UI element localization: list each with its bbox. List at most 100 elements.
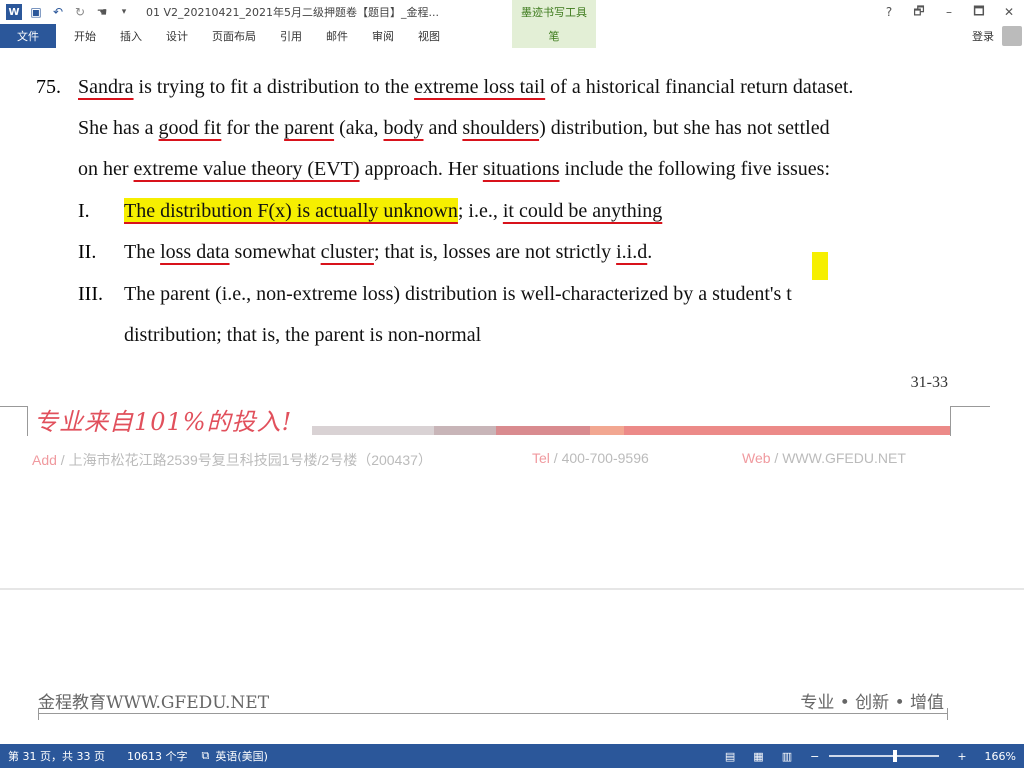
item-text: The xyxy=(124,241,161,263)
window-controls: ? 🗗 – 🗖 ✕ xyxy=(874,0,1024,24)
word-icon: W xyxy=(6,4,22,20)
tab-pen[interactable]: 笔 xyxy=(512,24,596,48)
annotated-text: loss data xyxy=(160,241,230,263)
address-value: / 上海市松花江路2539号复旦科技园1号楼/2号楼（200437） xyxy=(56,452,432,468)
question-line-1: Sandra is trying to fit a distribution t… xyxy=(78,76,853,99)
footer-web: Web / WWW.GFEDU.NET xyxy=(742,450,906,466)
zoom-in-button[interactable]: + xyxy=(957,750,966,763)
question-text: approach. Her xyxy=(359,158,483,180)
read-mode-icon[interactable]: ▤ xyxy=(725,750,735,763)
tab-layout[interactable]: 页面布局 xyxy=(200,24,268,48)
page-reference: 31-33 xyxy=(910,374,948,391)
item-3-line-1: The parent (i.e., non-extreme loss) dist… xyxy=(124,283,792,305)
title-bar: W ▣ ↶ ↻ ☚ ▾ 01 V2_20210421_2021年5月二级押题卷【… xyxy=(0,0,1024,24)
highlighter-cursor xyxy=(812,252,828,280)
close-button[interactable]: ✕ xyxy=(994,5,1024,19)
zoom-slider[interactable] xyxy=(829,750,940,762)
redo-icon[interactable]: ↻ xyxy=(72,4,88,20)
question-text: on her xyxy=(78,158,134,180)
ink-tools-context: 墨迹书写工具 xyxy=(512,0,596,24)
ribbon-tabs: 文件 开始 插入 设计 页面布局 引用 邮件 审阅 视图 笔 登录 xyxy=(0,24,1024,48)
question-text: ) distribution, but she has not settled xyxy=(539,117,830,139)
annotated-text: good fit xyxy=(158,117,222,139)
tab-view[interactable]: 视图 xyxy=(406,24,452,48)
maximize-button[interactable]: 🗖 xyxy=(964,2,994,23)
annotated-text: extreme value theory (EVT) xyxy=(133,158,360,180)
question-text: She has a xyxy=(78,117,159,139)
item-text: ; i.e., xyxy=(457,200,503,222)
question-text: and xyxy=(423,117,463,139)
item-roman: III. xyxy=(78,283,103,305)
question-line-2: She has a good fit for the parent (aka, … xyxy=(78,117,830,140)
annotated-text: cluster xyxy=(320,241,374,263)
word-count[interactable]: 10613 个字 xyxy=(127,748,188,764)
ribbon-display-icon[interactable]: 🗗 xyxy=(904,2,934,23)
question-text: include the following five issues: xyxy=(559,158,831,180)
help-icon[interactable]: ? xyxy=(874,5,904,19)
footer-right-text: 专业 • 创新 • 增值 xyxy=(800,693,944,713)
tab-home[interactable]: 开始 xyxy=(62,24,108,48)
touch-mode-icon[interactable]: ☚ xyxy=(94,4,110,20)
login-link[interactable]: 登录 xyxy=(972,24,994,48)
zoom-level[interactable]: 166% xyxy=(985,750,1016,763)
zoom-out-button[interactable]: − xyxy=(810,750,819,763)
zoom-slider-thumb[interactable] xyxy=(893,750,898,762)
banner-bar-segment xyxy=(312,426,434,435)
footer-address: Add / 上海市松花江路2539号复旦科技园1号楼/2号楼（200437） xyxy=(32,450,432,470)
document-title: 01 V2_20210421_2021年5月二级押题卷【题目】_金程... xyxy=(146,6,439,19)
banner-bar-segment xyxy=(496,426,590,435)
proofing-icon[interactable]: ⧉ xyxy=(201,749,209,763)
annotated-text: it could be anything xyxy=(502,200,663,222)
tel-label: Tel xyxy=(532,450,550,466)
undo-icon[interactable]: ↶ xyxy=(50,4,66,20)
annotated-text: i.i.d xyxy=(616,241,648,263)
quick-access-toolbar: W ▣ ↶ ↻ ☚ ▾ xyxy=(0,4,132,20)
crop-mark xyxy=(950,406,990,436)
banner-slogan: 专业来自101%的投入! xyxy=(34,408,293,436)
crop-mark xyxy=(0,406,28,436)
annotated-text: situations xyxy=(482,158,560,180)
question-text: for the xyxy=(221,117,285,139)
footer-tick xyxy=(38,708,39,720)
annotated-text: Sandra xyxy=(78,76,134,98)
document-page[interactable]: 75. Sandra is trying to fit a distributi… xyxy=(0,48,1024,744)
address-label: Add xyxy=(32,452,57,468)
minimize-button[interactable]: – xyxy=(934,5,964,19)
web-layout-icon[interactable]: ▥ xyxy=(782,750,792,763)
item-text: ; that is, losses are not strictly xyxy=(373,241,617,263)
page-separator xyxy=(0,588,1024,590)
page-count[interactable]: 第 31 页，共 33 页 xyxy=(8,748,105,764)
annotated-text: parent xyxy=(284,117,335,139)
print-layout-icon[interactable]: ▦ xyxy=(753,750,763,763)
item-2-text: The loss data somewhat cluster; that is,… xyxy=(124,241,652,264)
tab-design[interactable]: 设计 xyxy=(154,24,200,48)
banner-bar-segment xyxy=(624,426,950,435)
item-roman: I. xyxy=(78,200,90,222)
item-text: somewhat xyxy=(229,241,321,263)
avatar[interactable] xyxy=(1002,26,1022,46)
annotated-text: shoulders xyxy=(462,117,540,139)
status-right: ▤ ▦ ▥ − + 166% xyxy=(717,744,1016,768)
question-line-3: on her extreme value theory (EVT) approa… xyxy=(78,158,830,181)
question-text: of a historical financial return dataset… xyxy=(545,76,854,98)
banner-bar-segment xyxy=(590,426,624,435)
tab-file[interactable]: 文件 xyxy=(0,24,56,48)
footer-tel: Tel / 400-700-9596 xyxy=(532,450,649,466)
tab-insert[interactable]: 插入 xyxy=(108,24,154,48)
footer-rule xyxy=(38,713,948,714)
language[interactable]: 英语(美国) xyxy=(215,748,268,764)
tab-mailings[interactable]: 邮件 xyxy=(314,24,360,48)
footer-tick xyxy=(947,708,948,720)
tab-references[interactable]: 引用 xyxy=(268,24,314,48)
tab-review[interactable]: 审阅 xyxy=(360,24,406,48)
customize-qat-icon[interactable]: ▾ xyxy=(116,4,132,20)
status-bar: 第 31 页，共 33 页 10613 个字 ⧉ 英语(美国) ▤ ▦ ▥ − … xyxy=(0,744,1024,768)
item-roman: II. xyxy=(78,241,97,263)
question-number: 75. xyxy=(36,76,61,98)
web-label: Web xyxy=(742,450,771,466)
save-icon[interactable]: ▣ xyxy=(28,4,44,20)
banner-bar-segment xyxy=(434,426,496,435)
question-text: is trying to fit a distribution to the xyxy=(133,76,415,98)
annotated-text: extreme loss tail xyxy=(414,76,546,98)
annotated-text: body xyxy=(383,117,424,139)
